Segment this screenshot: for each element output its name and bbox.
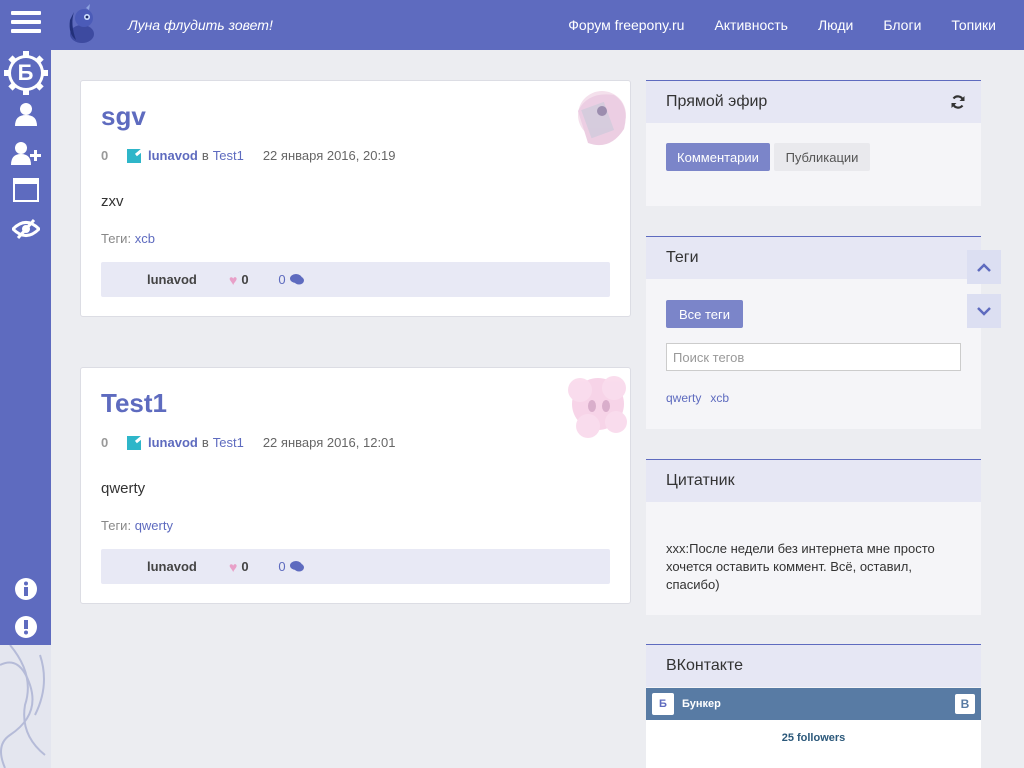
post-title[interactable]: sgv [101,101,146,132]
nav-blogs[interactable]: Блоги [883,17,921,33]
vk-logo-icon[interactable]: B [955,694,975,714]
tab-publications[interactable]: Публикации [774,143,870,171]
quotes-widget-title: Цитатник [666,472,735,489]
tags-widget: Теги Все теги qwerty xcb [646,236,981,429]
comments-count: 0 [278,272,286,287]
post-tags: Теги: qwerty [101,518,173,533]
left-sidebar: Б [0,0,51,645]
refresh-icon[interactable] [951,95,965,109]
comments-icon [289,561,304,572]
tag-cloud: qwerty xcb [666,391,729,405]
badge-letter: Б [17,60,34,85]
post-meta: 0 lunavod в Test1 22 января 2016, 20:19 [101,148,396,163]
sidebar-pattern [0,645,51,768]
post-date: 22 января 2016, 20:19 [262,148,396,163]
tag-cloud-item[interactable]: xcb [710,391,729,405]
info-icon[interactable] [0,576,51,602]
chevron-down-icon [977,306,991,316]
live-widget-title: Прямой эфир [666,93,768,110]
tags-label: Теги: [101,518,132,533]
post-title[interactable]: Test1 [101,388,167,419]
pony-decoration-icon [578,91,626,146]
quote-text: xxx:После недели без интернета мне прост… [666,541,935,592]
vk-body: 25 followers [646,720,981,768]
heart-icon[interactable]: ♥ [229,272,237,288]
live-widget: Прямой эфир Комментарии Публикации [646,80,981,206]
comments-icon [289,274,304,285]
tags-widget-title: Теги [666,249,699,266]
post-rating: 0 [101,435,109,450]
likes-count: 0 [241,559,249,574]
luna-logo-icon[interactable] [62,4,102,48]
likes-count: 0 [241,272,249,287]
vk-widget-title: ВКонтакте [666,657,743,674]
post-card: Test1 0 lunavod в Test1 22 января 2016, … [80,367,631,604]
heart-icon[interactable]: ♥ [229,559,237,575]
top-bar: Луна флудить зовет! Форум freepony.ru Ак… [0,0,1024,50]
pony-decoration-icon [568,376,627,438]
top-nav: Форум freepony.ru Активность Люди Блоги … [568,17,996,33]
post-in-label: в [201,435,209,450]
site-badge[interactable]: Б [0,50,51,96]
post-blog[interactable]: Test1 [213,148,244,163]
tab-comments[interactable]: Комментарии [666,143,770,171]
window-icon[interactable] [0,176,51,204]
comments-link[interactable]: 0 [278,272,304,287]
post-blog[interactable]: Test1 [213,435,244,450]
scroll-down-button[interactable] [967,294,1001,328]
vk-widget-header: ВКонтакте [646,645,981,687]
site-slogan: Луна флудить зовет! [128,17,273,33]
quotes-widget-header: Цитатник [646,460,981,502]
nav-topics[interactable]: Топики [951,17,996,33]
nav-activity[interactable]: Активность [714,17,788,33]
post-meta: 0 lunavod в Test1 22 января 2016, 12:01 [101,435,396,450]
vk-group-name[interactable]: Бункер [682,698,721,710]
tags-label: Теги: [101,231,132,246]
post-tags: Теги: xcb [101,231,155,246]
user-icon[interactable] [0,100,51,128]
tags-widget-header: Теги [646,237,981,279]
comments-count: 0 [278,559,286,574]
post-rating: 0 [101,148,109,163]
post-author[interactable]: lunavod [148,148,198,163]
tag-cloud-item[interactable]: qwerty [666,391,701,405]
footer-author[interactable]: lunavod [147,272,229,287]
vk-group-avatar[interactable]: Б [652,693,674,715]
quotes-widget: Цитатник xxx:После недели без интернета … [646,459,981,615]
alert-icon[interactable] [0,614,51,640]
post-footer: lunavod ♥ 0 0 [101,262,610,297]
tag-search-input[interactable] [666,343,961,371]
tag-link[interactable]: xcb [135,231,155,246]
vk-group-bar[interactable]: Б Бункер B [646,688,981,720]
post-body: qwerty [101,480,146,497]
scroll-up-button[interactable] [967,250,1001,284]
author-icon [127,148,141,163]
eye-slash-icon[interactable] [0,215,51,243]
nav-people[interactable]: Люди [818,17,853,33]
post-author[interactable]: lunavod [148,435,198,450]
post-card: sgv 0 lunavod в Test1 22 января 2016, 20… [80,80,631,317]
all-tags-button[interactable]: Все теги [666,300,743,328]
nav-forum[interactable]: Форум freepony.ru [568,17,684,33]
footer-author[interactable]: lunavod [147,559,229,574]
post-date: 22 января 2016, 12:01 [262,435,396,450]
live-widget-header: Прямой эфир [646,81,981,123]
post-in-label: в [201,148,209,163]
chevron-up-icon [977,262,991,272]
post-body: zxv [101,193,124,210]
user-add-icon[interactable] [0,139,51,167]
menu-icon[interactable] [0,6,51,38]
author-icon [127,435,141,450]
comments-link[interactable]: 0 [278,559,304,574]
vk-widget: ВКонтакте Б Бункер B 25 followers [646,644,981,768]
vk-followers[interactable]: 25 followers [646,732,981,744]
post-footer: lunavod ♥ 0 0 [101,549,610,584]
tag-link[interactable]: qwerty [135,518,173,533]
